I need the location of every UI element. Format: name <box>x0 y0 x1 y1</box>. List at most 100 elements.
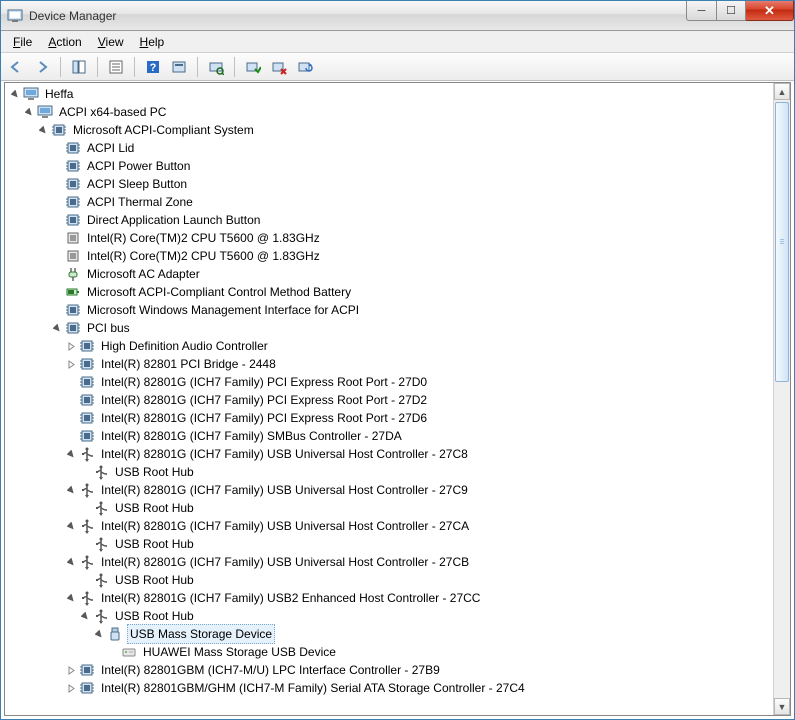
tree-node[interactable]: Intel(R) 82801G (ICH7 Family) PCI Expres… <box>9 373 773 391</box>
scroll-up-button[interactable]: ▲ <box>774 83 790 100</box>
expand-collapse-icon[interactable] <box>23 106 35 118</box>
tree-node[interactable]: USB Root Hub <box>9 571 773 589</box>
expand-collapse-icon[interactable] <box>51 322 63 334</box>
tree-node[interactable]: Intel(R) Core(TM)2 CPU T5600 @ 1.83GHz <box>9 229 773 247</box>
scroll-thumb[interactable] <box>775 102 789 382</box>
tree-node-label: ACPI Lid <box>85 139 136 157</box>
client-area: HeffaACPI x64-based PCMicrosoft ACPI-Com… <box>4 82 791 716</box>
tree-node[interactable]: Intel(R) 82801G (ICH7 Family) USB Univer… <box>9 445 773 463</box>
expand-collapse-icon[interactable] <box>65 664 77 676</box>
tree-node[interactable]: ACPI x64-based PC <box>9 103 773 121</box>
tree-node-label: Intel(R) 82801G (ICH7 Family) USB Univer… <box>99 553 471 571</box>
close-button[interactable]: ✕ <box>746 1 794 21</box>
minimize-button[interactable]: ─ <box>686 1 716 21</box>
forward-button[interactable] <box>31 56 53 78</box>
drive-icon <box>121 644 137 660</box>
expand-collapse-icon[interactable] <box>65 592 77 604</box>
tree-node-label: ACPI x64-based PC <box>57 103 168 121</box>
tree-node-label: Intel(R) 82801G (ICH7 Family) USB Univer… <box>99 445 470 463</box>
show-hide-tree-button[interactable] <box>68 56 90 78</box>
tree-node-label: Intel(R) Core(TM)2 CPU T5600 @ 1.83GHz <box>85 229 322 247</box>
tree-node[interactable]: Intel(R) 82801GBM/GHM (ICH7-M Family) Se… <box>9 679 773 697</box>
twisty-spacer <box>79 538 91 550</box>
tree-node[interactable]: Intel(R) 82801G (ICH7 Family) USB Univer… <box>9 517 773 535</box>
tree-node-label: USB Root Hub <box>113 571 196 589</box>
tree-node[interactable]: Intel(R) 82801G (ICH7 Family) USB Univer… <box>9 553 773 571</box>
tree-node[interactable]: Intel(R) Core(TM)2 CPU T5600 @ 1.83GHz <box>9 247 773 265</box>
tree-node[interactable]: High Definition Audio Controller <box>9 337 773 355</box>
expand-collapse-icon[interactable] <box>37 124 49 136</box>
tree-node[interactable]: Direct Application Launch Button <box>9 211 773 229</box>
tree-node[interactable]: Intel(R) 82801GBM (ICH7-M/U) LPC Interfa… <box>9 661 773 679</box>
tree-node-label: Intel(R) 82801GBM (ICH7-M/U) LPC Interfa… <box>99 661 442 679</box>
tree-node[interactable]: USB Mass Storage Device <box>9 625 773 643</box>
svg-text:?: ? <box>150 62 157 74</box>
action-button[interactable] <box>168 56 190 78</box>
expand-collapse-icon[interactable] <box>65 682 77 694</box>
tree-node[interactable]: Intel(R) 82801G (ICH7 Family) PCI Expres… <box>9 409 773 427</box>
expand-collapse-icon[interactable] <box>65 484 77 496</box>
expand-collapse-icon[interactable] <box>65 556 77 568</box>
tree-node[interactable]: Microsoft ACPI-Compliant System <box>9 121 773 139</box>
tree-node[interactable]: USB Root Hub <box>9 463 773 481</box>
scroll-down-button[interactable]: ▼ <box>774 698 790 715</box>
twisty-spacer <box>65 376 77 388</box>
chip-icon <box>65 320 81 336</box>
tree-node[interactable]: ACPI Power Button <box>9 157 773 175</box>
twisty-spacer <box>51 250 63 262</box>
usb-device-icon <box>107 626 123 642</box>
tree-node-label: HUAWEI Mass Storage USB Device <box>141 643 338 661</box>
device-tree[interactable]: HeffaACPI x64-based PCMicrosoft ACPI-Com… <box>5 83 773 715</box>
menu-view[interactable]: View <box>92 33 130 51</box>
chip-icon <box>79 338 95 354</box>
usb-icon <box>93 464 109 480</box>
tree-node[interactable]: Intel(R) 82801G (ICH7 Family) USB2 Enhan… <box>9 589 773 607</box>
tree-node[interactable]: ACPI Sleep Button <box>9 175 773 193</box>
tree-node[interactable]: Heffa <box>9 85 773 103</box>
tree-node[interactable]: Intel(R) 82801G (ICH7 Family) SMBus Cont… <box>9 427 773 445</box>
maximize-button[interactable]: ☐ <box>716 1 746 21</box>
tree-node[interactable]: Microsoft ACPI-Compliant Control Method … <box>9 283 773 301</box>
menu-action[interactable]: Action <box>42 33 87 51</box>
tree-node-label: Microsoft Windows Management Interface f… <box>85 301 361 319</box>
properties-button[interactable] <box>105 56 127 78</box>
tree-node[interactable]: HUAWEI Mass Storage USB Device <box>9 643 773 661</box>
tree-node[interactable]: ACPI Thermal Zone <box>9 193 773 211</box>
usb-icon <box>79 446 95 462</box>
menu-file[interactable]: File <box>7 33 38 51</box>
expand-collapse-icon[interactable] <box>65 520 77 532</box>
window-controls: ─ ☐ ✕ <box>686 1 794 21</box>
expand-collapse-icon[interactable] <box>65 358 77 370</box>
scroll-track[interactable] <box>774 100 790 698</box>
tree-node[interactable]: Intel(R) 82801G (ICH7 Family) PCI Expres… <box>9 391 773 409</box>
tree-node[interactable]: PCI bus <box>9 319 773 337</box>
tree-node[interactable]: USB Root Hub <box>9 499 773 517</box>
help-button[interactable]: ? <box>142 56 164 78</box>
tree-node[interactable]: Intel(R) 82801 PCI Bridge - 2448 <box>9 355 773 373</box>
menu-help[interactable]: Help <box>134 33 171 51</box>
twisty-spacer <box>51 160 63 172</box>
tree-node-label: Intel(R) 82801G (ICH7 Family) USB Univer… <box>99 481 470 499</box>
tree-node[interactable]: Microsoft Windows Management Interface f… <box>9 301 773 319</box>
expand-collapse-icon[interactable] <box>93 628 105 640</box>
tree-node-label: Heffa <box>43 85 75 103</box>
tree-node[interactable]: USB Root Hub <box>9 535 773 553</box>
tree-node[interactable]: Microsoft AC Adapter <box>9 265 773 283</box>
expand-collapse-icon[interactable] <box>65 448 77 460</box>
menubar: File Action View Help <box>1 31 794 53</box>
expand-collapse-icon[interactable] <box>79 610 91 622</box>
usb-icon <box>93 500 109 516</box>
tree-node[interactable]: Intel(R) 82801G (ICH7 Family) USB Univer… <box>9 481 773 499</box>
expand-collapse-icon[interactable] <box>65 340 77 352</box>
tree-node[interactable]: USB Root Hub <box>9 607 773 625</box>
expand-collapse-icon[interactable] <box>9 88 21 100</box>
tree-node-label: Microsoft ACPI-Compliant Control Method … <box>85 283 353 301</box>
update-driver-button[interactable] <box>294 56 316 78</box>
vertical-scrollbar[interactable]: ▲ ▼ <box>773 83 790 715</box>
titlebar[interactable]: Device Manager ─ ☐ ✕ <box>1 1 794 31</box>
enable-button[interactable] <box>242 56 264 78</box>
uninstall-button[interactable] <box>268 56 290 78</box>
tree-node[interactable]: ACPI Lid <box>9 139 773 157</box>
scan-hardware-button[interactable] <box>205 56 227 78</box>
back-button[interactable] <box>5 56 27 78</box>
